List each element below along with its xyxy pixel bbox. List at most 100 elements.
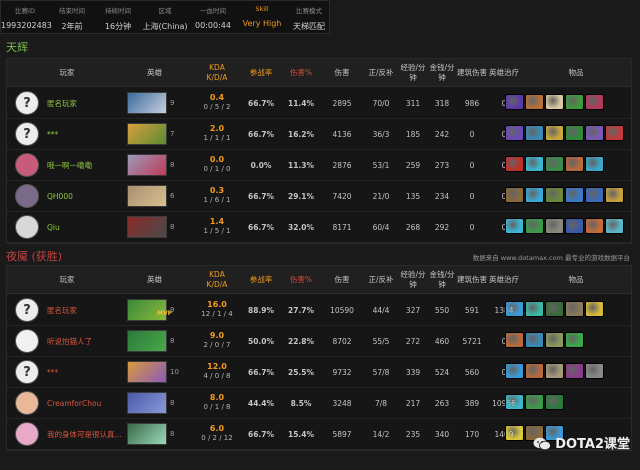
player-name-link[interactable]: 听说怕猫人了 bbox=[47, 326, 92, 356]
kda-column-header[interactable]: KDA K/D/A bbox=[193, 59, 241, 87]
avatar[interactable] bbox=[15, 215, 39, 239]
item-icon[interactable] bbox=[565, 363, 584, 379]
item-icon[interactable] bbox=[585, 156, 604, 172]
lasthit-column-header[interactable]: 正/反补 bbox=[363, 59, 399, 87]
hero-portrait[interactable] bbox=[127, 123, 167, 145]
player-name-link[interactable]: 匿名玩家 bbox=[47, 295, 77, 325]
item-icon[interactable] bbox=[505, 425, 524, 441]
item-icon[interactable] bbox=[605, 218, 624, 234]
avatar[interactable] bbox=[15, 153, 39, 177]
item-icon[interactable] bbox=[545, 125, 564, 141]
item-icon[interactable] bbox=[505, 156, 524, 172]
damage-percent-column-header[interactable]: 伤害% bbox=[281, 59, 321, 87]
item-icon[interactable] bbox=[585, 94, 604, 110]
item-icon[interactable] bbox=[565, 218, 584, 234]
hero-portrait[interactable] bbox=[127, 392, 167, 414]
item-icon[interactable] bbox=[545, 94, 564, 110]
lasthit-column-header[interactable]: 正/反补 bbox=[363, 266, 399, 294]
avatar[interactable] bbox=[15, 184, 39, 208]
player-column-header[interactable]: 玩家 bbox=[7, 266, 127, 294]
item-icon[interactable] bbox=[505, 301, 524, 317]
item-icon[interactable] bbox=[585, 218, 604, 234]
item-icon[interactable] bbox=[525, 332, 544, 348]
avatar[interactable]: ? bbox=[15, 298, 39, 322]
items-column-header[interactable]: 物品 bbox=[521, 59, 631, 87]
avatar[interactable]: ? bbox=[15, 91, 39, 115]
item-icon[interactable] bbox=[565, 156, 584, 172]
xpm-column-header[interactable]: 经验/分钟 bbox=[399, 266, 427, 294]
player-column-header[interactable]: 玩家 bbox=[7, 59, 127, 87]
hero-portrait[interactable] bbox=[127, 154, 167, 176]
avatar[interactable] bbox=[15, 329, 39, 353]
item-icon[interactable] bbox=[545, 156, 564, 172]
item-icon[interactable] bbox=[565, 125, 584, 141]
item-icon[interactable] bbox=[585, 187, 604, 203]
item-icon[interactable] bbox=[525, 187, 544, 203]
item-icon[interactable] bbox=[505, 363, 524, 379]
hero-portrait[interactable] bbox=[127, 185, 167, 207]
item-icon[interactable] bbox=[585, 363, 604, 379]
damage-column-header[interactable]: 伤害 bbox=[321, 266, 363, 294]
damage-percent-column-header[interactable]: 伤害% bbox=[281, 266, 321, 294]
avatar[interactable] bbox=[15, 391, 39, 415]
item-icon[interactable] bbox=[545, 218, 564, 234]
hero-portrait[interactable] bbox=[127, 92, 167, 114]
item-icon[interactable] bbox=[525, 156, 544, 172]
item-icon[interactable] bbox=[585, 125, 604, 141]
player-name-link[interactable]: *** bbox=[47, 119, 58, 149]
participation-column-header[interactable]: 参战率 bbox=[241, 266, 281, 294]
player-name-link[interactable]: CreamforChou bbox=[47, 388, 101, 418]
item-icon[interactable] bbox=[565, 301, 584, 317]
item-icon[interactable] bbox=[505, 125, 524, 141]
hero-healing-column-header[interactable]: 英雄治疗 bbox=[487, 59, 521, 87]
hero-portrait[interactable] bbox=[127, 361, 167, 383]
item-icon[interactable] bbox=[505, 187, 524, 203]
gpm-column-header[interactable]: 金钱/分钟 bbox=[427, 266, 457, 294]
item-icon[interactable] bbox=[585, 301, 604, 317]
damage-column-header[interactable]: 伤害 bbox=[321, 59, 363, 87]
item-icon[interactable] bbox=[565, 187, 584, 203]
item-icon[interactable] bbox=[545, 394, 564, 410]
item-icon[interactable] bbox=[505, 394, 524, 410]
player-name-link[interactable]: 哦一啊一嘞嘞 bbox=[47, 150, 92, 180]
player-name-link[interactable]: *** bbox=[47, 357, 58, 387]
xpm-column-header[interactable]: 经验/分钟 bbox=[399, 59, 427, 87]
kda-detail: 4 / 0 / 8 bbox=[203, 372, 231, 380]
player-name-link[interactable]: QH000 bbox=[47, 181, 73, 211]
gpm-column-header[interactable]: 金钱/分钟 bbox=[427, 59, 457, 87]
item-icon[interactable] bbox=[545, 301, 564, 317]
item-icon[interactable] bbox=[505, 218, 524, 234]
avatar[interactable]: ? bbox=[15, 360, 39, 384]
hero-portrait[interactable] bbox=[127, 216, 167, 238]
hero-column-header[interactable]: 英雄 bbox=[127, 59, 182, 87]
hero-portrait[interactable] bbox=[127, 423, 167, 445]
player-name-link[interactable]: Qiu bbox=[47, 212, 60, 242]
kda-column-header[interactable]: KDA K/D/A bbox=[193, 266, 241, 294]
item-icon[interactable] bbox=[525, 125, 544, 141]
avatar[interactable] bbox=[15, 422, 39, 446]
item-icon[interactable] bbox=[605, 187, 624, 203]
player-name-link[interactable]: 我的身体可是很认真... bbox=[47, 419, 122, 449]
item-icon[interactable] bbox=[525, 301, 544, 317]
item-icon[interactable] bbox=[565, 94, 584, 110]
item-icon[interactable] bbox=[545, 187, 564, 203]
item-icon[interactable] bbox=[505, 94, 524, 110]
building-damage-column-header[interactable]: 建筑伤害 bbox=[457, 266, 487, 294]
item-icon[interactable] bbox=[525, 363, 544, 379]
item-icon[interactable] bbox=[605, 125, 624, 141]
item-icon[interactable] bbox=[505, 332, 524, 348]
item-icon[interactable] bbox=[525, 394, 544, 410]
hero-column-header[interactable]: 英雄 bbox=[127, 266, 182, 294]
building-damage-column-header[interactable]: 建筑伤害 bbox=[457, 59, 487, 87]
item-icon[interactable] bbox=[545, 332, 564, 348]
item-icon[interactable] bbox=[545, 363, 564, 379]
hero-portrait[interactable] bbox=[127, 330, 167, 352]
item-icon[interactable] bbox=[525, 94, 544, 110]
item-icon[interactable] bbox=[565, 332, 584, 348]
items-column-header[interactable]: 物品 bbox=[521, 266, 631, 294]
item-icon[interactable] bbox=[525, 218, 544, 234]
player-name-link[interactable]: 匿名玩家 bbox=[47, 88, 77, 118]
hero-healing-column-header[interactable]: 英雄治疗 bbox=[487, 266, 521, 294]
avatar[interactable]: ? bbox=[15, 122, 39, 146]
participation-column-header[interactable]: 参战率 bbox=[241, 59, 281, 87]
